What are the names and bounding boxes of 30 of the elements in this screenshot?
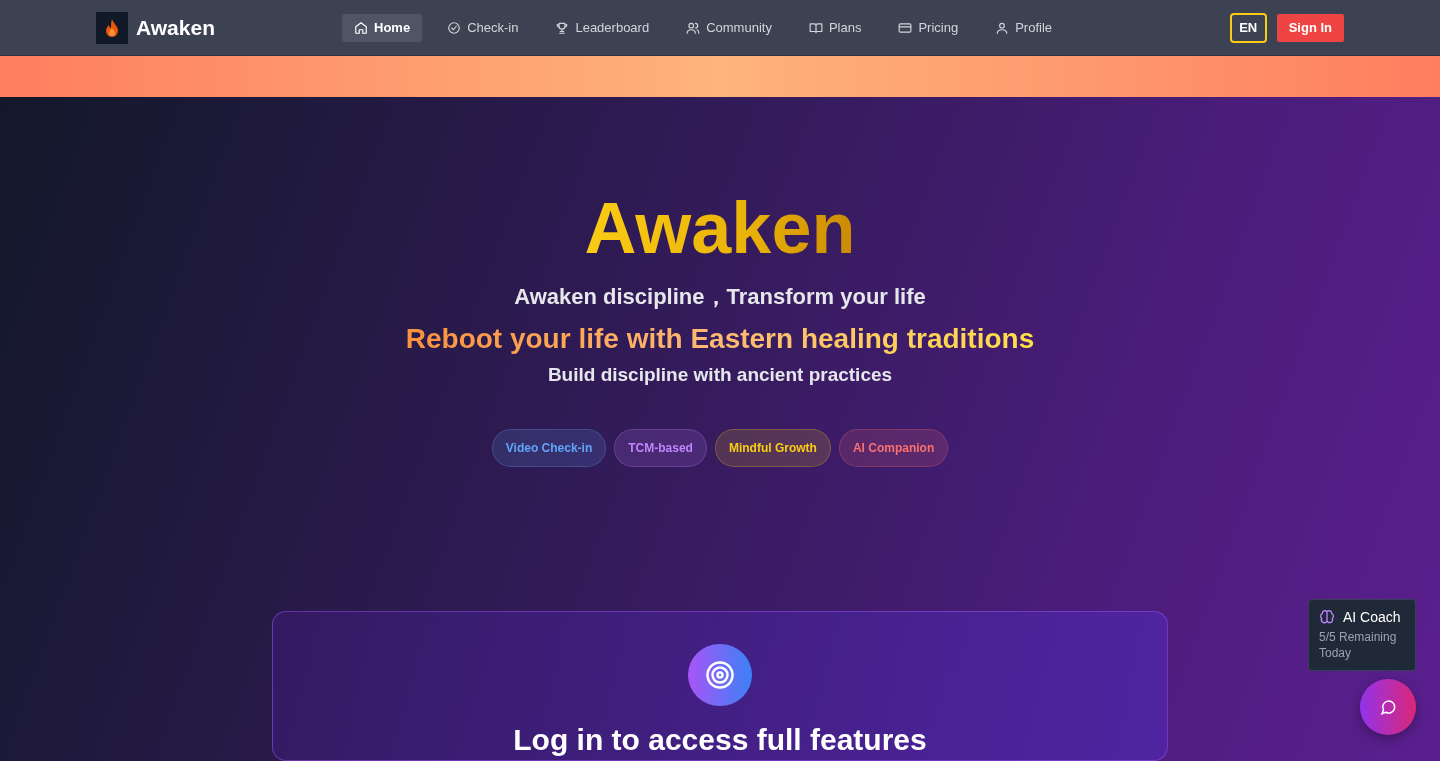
people-icon: [686, 20, 701, 35]
nav-tab[interactable]: Profile: [983, 13, 1065, 42]
brand-name: Awaken: [136, 15, 215, 40]
nav-tab[interactable]: Community: [674, 13, 784, 42]
nav-tab[interactable]: Check-in: [435, 13, 531, 42]
feature-tag: Video Check-in: [491, 429, 607, 467]
credit-card-icon: [898, 20, 913, 35]
sign-in-button[interactable]: Sign In: [1276, 13, 1344, 42]
check-circle-icon: [447, 20, 462, 35]
nav-tab[interactable]: Plans: [796, 13, 874, 42]
feature-tag: Mindful Growth: [714, 429, 831, 467]
nav-tab[interactable]: Pricing: [886, 13, 971, 42]
chat-button[interactable]: [1360, 679, 1416, 735]
chat-bubble-icon: [1379, 698, 1397, 716]
language-button[interactable]: EN: [1229, 12, 1267, 43]
nav-tab[interactable]: Home: [342, 13, 423, 42]
nav-tab[interactable]: Leaderboard: [543, 13, 662, 42]
feature-tag: TCM-based: [614, 429, 707, 467]
home-icon: [354, 20, 368, 35]
logo-icon: [96, 11, 128, 44]
hero-motto: Build discipline with ancient practices: [547, 363, 893, 387]
remaining-count: 5/5 Remaining Today: [1319, 629, 1398, 661]
hero-subtitle: Awaken discipline，Transform your life: [514, 283, 926, 311]
feature-tag: AI Companion: [838, 429, 949, 467]
ai-coach-title: AI Coach: [1343, 609, 1401, 625]
trophy-icon: [555, 20, 570, 35]
brain-icon: [1319, 609, 1335, 625]
person-icon: [995, 20, 1010, 35]
login-heading: Log in to access full features: [513, 722, 927, 758]
book-icon: [808, 20, 823, 35]
